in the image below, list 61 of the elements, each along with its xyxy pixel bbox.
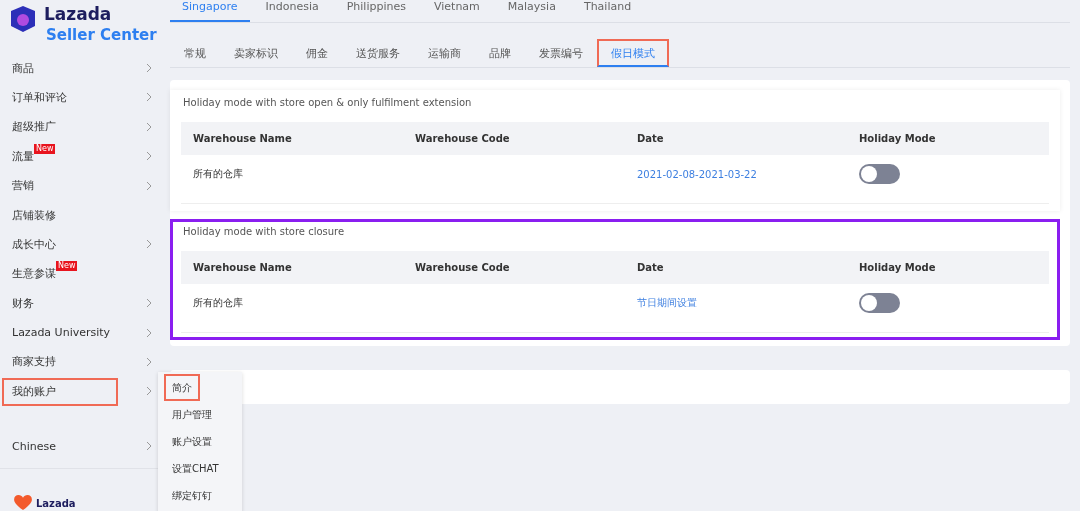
- settings-tab[interactable]: 品牌: [475, 39, 525, 67]
- chevron-right-icon: [146, 121, 152, 132]
- chevron-right-icon: [146, 298, 152, 309]
- settings-tab[interactable]: 常规: [170, 39, 220, 67]
- sidebar-item[interactable]: 订单和评论: [0, 82, 160, 113]
- holiday-mode-toggle[interactable]: [859, 293, 900, 313]
- column-header: Warehouse Name: [193, 133, 293, 144]
- submenu-item[interactable]: 设置CHAT: [164, 455, 227, 482]
- holiday-mode-toggle[interactable]: [859, 164, 900, 184]
- country-tab[interactable]: Thailand: [571, 0, 644, 22]
- settings-tab[interactable]: 运输商: [414, 39, 475, 67]
- sidebar-item[interactable]: 成长中心: [0, 229, 160, 260]
- chevron-right-icon: [146, 180, 152, 191]
- column-header: Date: [637, 133, 665, 144]
- country-tab[interactable]: Philippines: [334, 0, 418, 22]
- settings-tab[interactable]: 发票编号: [525, 39, 597, 67]
- chevron-right-icon: [146, 239, 152, 250]
- sidebar-item[interactable]: 商家支持: [0, 347, 160, 377]
- chevron-right-icon: [146, 441, 152, 452]
- date-link[interactable]: 节日期间设置: [637, 296, 697, 310]
- column-header: Warehouse Code: [415, 133, 511, 144]
- table-cell-text: 所有的仓库: [193, 296, 244, 310]
- date-link[interactable]: 2021-02-08-2021-03-22: [637, 168, 757, 180]
- settings-tab[interactable]: 佣金: [292, 39, 342, 67]
- sidebar-item[interactable]: 超级推广: [0, 112, 160, 142]
- section-title: Holiday mode with store open & only fulfilment extension: [183, 97, 473, 108]
- footer-brand: Lazada: [36, 497, 76, 509]
- chevron-right-icon: [146, 357, 152, 367]
- chevron-right-icon: [146, 92, 152, 103]
- new-badge: New: [56, 261, 78, 272]
- new-badge: New: [34, 143, 56, 154]
- section-title: Holiday mode with store closure: [183, 226, 346, 237]
- heart-logo-icon: [14, 495, 32, 511]
- language-selector[interactable]: Chinese: [0, 432, 160, 460]
- table-cell-text: 所有的仓库: [193, 167, 244, 181]
- submenu-item[interactable]: 用户管理: [164, 401, 220, 428]
- country-tab[interactable]: Malaysia: [495, 0, 568, 22]
- sidebar-item[interactable]: 商品: [0, 53, 160, 83]
- chevron-right-icon: [146, 386, 152, 397]
- settings-tab[interactable]: 送货服务: [342, 39, 414, 67]
- sidebar-item[interactable]: Lazada University: [0, 317, 160, 348]
- chevron-right-icon: [146, 63, 152, 74]
- brand-name: Lazada: [44, 4, 113, 24]
- country-tab[interactable]: Indonesia: [253, 0, 331, 22]
- submenu-item[interactable]: 绑定钉钉: [164, 482, 220, 509]
- submenu-item[interactable]: 账户设置: [164, 428, 220, 455]
- submenu-item[interactable]: 简介: [164, 374, 200, 401]
- chevron-right-icon: [146, 151, 152, 162]
- settings-tab[interactable]: 卖家标识: [220, 39, 292, 67]
- product-name: Seller Center: [46, 25, 157, 46]
- chevron-right-icon: [146, 327, 152, 338]
- column-header: Warehouse Name: [193, 262, 293, 273]
- sidebar-item[interactable]: 财务: [0, 288, 160, 318]
- sidebar-item[interactable]: 店铺装修: [0, 200, 160, 230]
- column-header: Date: [637, 262, 665, 273]
- settings-tab[interactable]: 假日模式: [597, 39, 669, 67]
- sidebar-item[interactable]: 营销: [0, 170, 160, 201]
- column-header: Warehouse Code: [415, 262, 511, 273]
- country-tab[interactable]: Vietnam: [421, 0, 492, 22]
- column-header: Holiday Mode: [859, 262, 937, 273]
- column-header: Holiday Mode: [859, 133, 937, 144]
